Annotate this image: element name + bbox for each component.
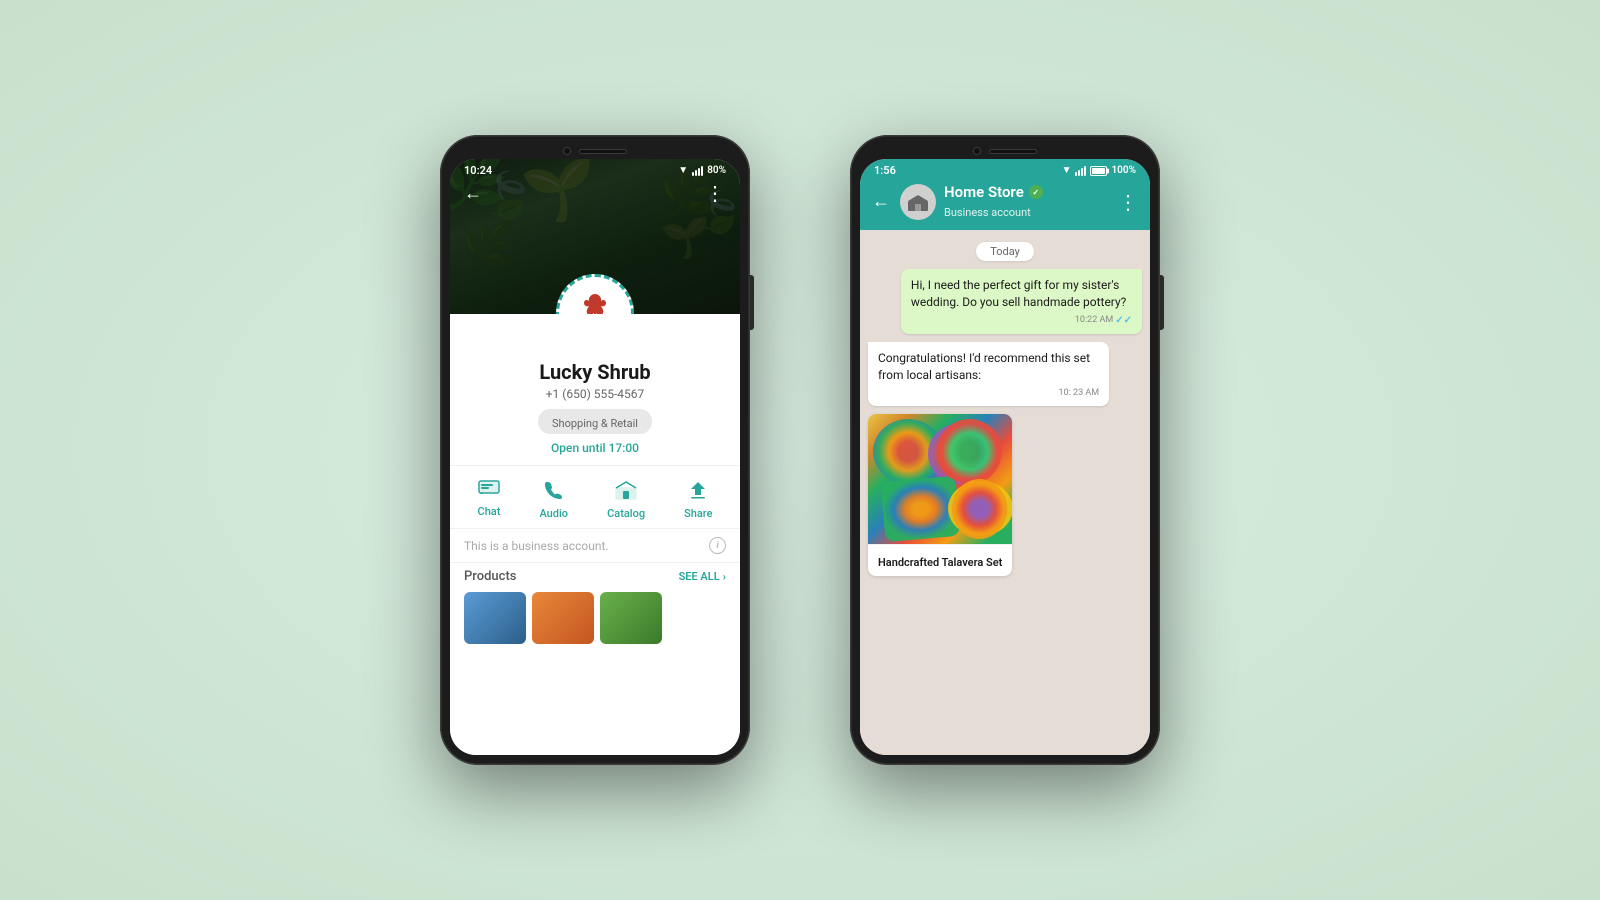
message-received: Congratulations! I'd recommend this set …: [868, 342, 1109, 406]
product-thumbs: [450, 590, 740, 646]
business-phone: +1 (650) 555-4567: [546, 387, 645, 401]
time-phone1: 10:24: [464, 164, 492, 177]
received-message-text: Congratulations! I'd recommend this set …: [878, 350, 1099, 385]
wifi-icon-phone1: ▼: [678, 165, 688, 176]
more-button-phone1[interactable]: ⋮: [705, 181, 726, 205]
sent-message-text: Hi, I need the perfect gift for my siste…: [911, 277, 1132, 312]
status-bar-phone2: 1:56 ▼: [860, 159, 1150, 177]
phone1-screen: 🌿 🍃 🌱 🌿 🍃 🌿 🌱 10:24 ▼: [450, 159, 740, 755]
business-name: Lucky Shrub: [539, 360, 650, 384]
time-phone2: 1:56: [874, 164, 896, 177]
status-bar-phone1: 10:24 ▼ 80%: [450, 159, 740, 177]
action-buttons: Chat Audio: [450, 465, 740, 528]
product-thumb-1: [464, 592, 526, 644]
chat-header-info: Home Store ✓ Business account: [944, 183, 1110, 220]
open-status: Open until 17:00: [551, 441, 639, 455]
share-button[interactable]: Share: [684, 480, 712, 520]
catalog-label: Catalog: [607, 507, 645, 520]
signal-bars-phone2: [1075, 166, 1086, 176]
phone2-speaker: [989, 149, 1037, 154]
see-all-button[interactable]: SEE ALL ›: [679, 570, 726, 583]
category-tag: Shopping & Retail: [538, 409, 652, 434]
verified-badge: ✓: [1029, 185, 1043, 199]
phone-2: 1:56 ▼: [850, 135, 1160, 765]
back-button-phone2[interactable]: ←: [872, 191, 890, 212]
chat-subtitle: Business account: [944, 206, 1031, 219]
chat-label: Chat: [478, 505, 501, 518]
business-avatar: [900, 184, 936, 220]
signal-bars-phone1: [692, 166, 703, 176]
audio-label: Audio: [539, 507, 568, 520]
product-card[interactable]: Handcrafted Talavera Set: [868, 414, 1012, 576]
phone-1: 🌿 🍃 🌱 🌿 🍃 🌿 🌱 10:24 ▼: [440, 135, 750, 765]
product-image: [868, 414, 1012, 544]
product-thumb-2: [532, 592, 594, 644]
sent-time: 10:22 AM: [1075, 315, 1113, 325]
business-info: Lucky Shrub +1 (650) 555-4567 Shopping &…: [450, 314, 740, 755]
business-name-chat: Home Store: [944, 183, 1024, 201]
phone-speaker: [579, 149, 627, 154]
business-note-text: This is a business account.: [464, 539, 609, 553]
products-label: Products: [464, 569, 516, 584]
products-section: Products SEE ALL ›: [450, 562, 740, 590]
sent-ticks: ✓✓: [1115, 315, 1132, 326]
audio-button[interactable]: Audio: [539, 480, 568, 520]
product-title: Handcrafted Talavera Set: [878, 556, 1002, 569]
catalog-button[interactable]: Catalog: [607, 480, 645, 520]
battery-phone2: 100%: [1111, 165, 1136, 176]
chat-header: ← Home Store: [860, 177, 1150, 230]
chat-messages: Today Hi, I need the perfect gift for my…: [860, 230, 1150, 755]
share-label: Share: [684, 507, 712, 520]
phone-camera: [563, 147, 571, 155]
business-note-section: This is a business account. i: [450, 528, 740, 562]
phone2-camera: [973, 147, 981, 155]
wifi-icon-phone2: ▼: [1062, 165, 1072, 176]
more-button-phone2[interactable]: ⋮: [1118, 190, 1138, 214]
received-time: 10: 23 AM: [1059, 388, 1100, 398]
back-button-phone1[interactable]: ←: [464, 183, 482, 204]
phone2-screen: 1:56 ▼: [860, 159, 1150, 755]
product-thumb-3: [600, 592, 662, 644]
info-icon[interactable]: i: [709, 537, 726, 554]
message-sent: Hi, I need the perfect gift for my siste…: [901, 269, 1142, 334]
chat-button[interactable]: Chat: [478, 480, 501, 520]
date-label: Today: [868, 240, 1142, 261]
battery-phone1: 80%: [707, 165, 726, 176]
